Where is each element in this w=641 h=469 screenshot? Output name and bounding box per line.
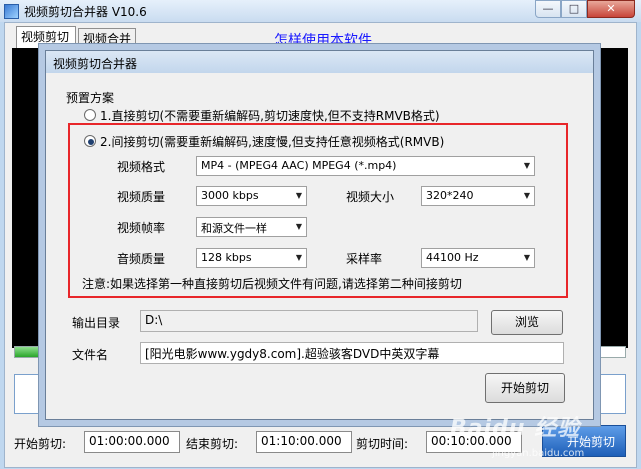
maximize-button[interactable]: □ (561, 0, 587, 18)
watermark-logo: Baidu 经验 (450, 416, 581, 441)
preset-group-label: 预置方案 (66, 91, 115, 105)
watermark-url: jingyan.baidu.com (492, 448, 585, 459)
sample-rate-select[interactable]: 44100 Hz (421, 248, 535, 268)
video-size-label: 视频大小 (346, 190, 395, 204)
help-link[interactable]: 怎样使用本软件 (274, 30, 372, 50)
output-dir-label: 输出目录 (72, 316, 121, 330)
window-title: 视频剪切合并器 V10.6 (24, 5, 147, 19)
indirect-cut-label[interactable]: 2.间接剪切(需要重新编解码,速度慢,但支持任意视频格式(RMVB) (100, 133, 444, 150)
video-quality-select[interactable]: 3000 kbps (196, 186, 307, 206)
indirect-cut-radio[interactable] (84, 135, 96, 147)
tab-video-cut[interactable]: 视频剪切 (16, 26, 76, 48)
direct-cut-label[interactable]: 1.直接剪切(不需要重新编解码,剪切速度快,但不支持RMVB格式) (100, 107, 440, 124)
video-quality-label: 视频质量 (117, 190, 166, 204)
video-format-label: 视频格式 (117, 160, 166, 174)
video-format-select[interactable]: MP4 - (MPEG4 AAC) MPEG4 (*.mp4) (196, 156, 535, 176)
filename-label: 文件名 (72, 348, 109, 362)
audio-quality-label: 音频质量 (117, 252, 166, 266)
close-button[interactable]: ✕ (587, 0, 635, 18)
dialog-title: 视频剪切合并器 (53, 57, 138, 71)
sample-rate-label: 采样率 (346, 252, 383, 266)
output-dir-field[interactable]: D:\ (140, 310, 478, 332)
minimize-button[interactable]: — (535, 0, 561, 18)
progress-fill (15, 347, 39, 357)
app-icon (4, 4, 19, 19)
end-time-input[interactable]: 01:10:00.000 (256, 431, 352, 453)
frame-rate-select[interactable]: 和源文件一样 (196, 217, 307, 237)
frame-rate-label: 视频帧率 (117, 221, 166, 235)
video-size-select[interactable]: 320*240 (421, 186, 535, 206)
start-time-label: 开始剪切: (14, 437, 67, 451)
audio-quality-select[interactable]: 128 kbps (196, 248, 307, 268)
end-time-label: 结束剪切: (186, 437, 239, 451)
filename-input[interactable]: [阳光电影www.ygdy8.com].超验骇客DVD中英双字幕 (140, 342, 564, 364)
browse-button[interactable]: 浏览 (491, 310, 563, 335)
tab-video-merge[interactable]: 视频合并 (78, 28, 136, 47)
start-time-input[interactable]: 01:00:00.000 (84, 431, 180, 453)
direct-cut-radio[interactable] (84, 109, 96, 121)
note-text: 注意:如果选择第一种直接剪切后视频文件有问题,请选择第二种间接剪切 (82, 277, 462, 291)
duration-label: 剪切时间: (356, 437, 409, 451)
start-cut-button[interactable]: 开始剪切 (485, 373, 565, 403)
